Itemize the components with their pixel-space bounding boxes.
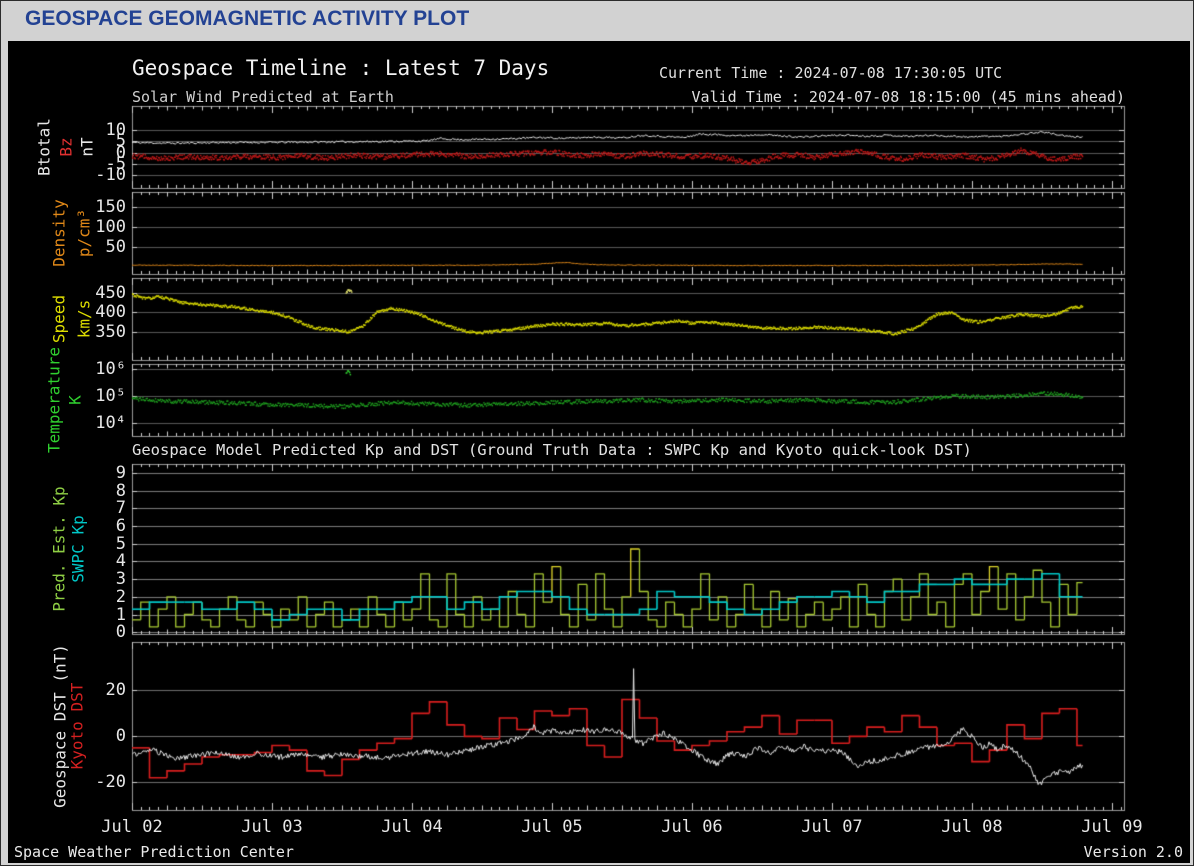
solar-wind-subtitle: Solar Wind Predicted at Earth xyxy=(132,88,394,106)
x-tick-label: Jul 03 xyxy=(241,817,303,837)
geospace-plot-panel: Geospace Timeline : Latest 7 Days Curren… xyxy=(8,41,1190,863)
x-tick-label: Jul 05 xyxy=(521,817,583,837)
current-time-label: Current Time : 2024-07-08 17:30:05 UTC xyxy=(659,64,1003,82)
bfield-axis-label: nT xyxy=(77,137,97,157)
x-tick-label: Jul 09 xyxy=(1081,817,1143,837)
density-axis-label: p/cm³ xyxy=(74,208,94,258)
speed-axis-label: Speed xyxy=(49,294,69,344)
plot-title: Geospace Timeline : Latest 7 Days xyxy=(132,56,550,80)
temperature-ytick-label: 10⁶ xyxy=(95,359,126,380)
temperature-axis-label: Temperature xyxy=(44,347,64,453)
header-bar: GEOSPACE GEOMAGNETIC ACTIVITY PLOT xyxy=(1,1,1193,41)
kp-ytick-label: 0 xyxy=(115,622,126,643)
valid-time-label: Valid Time : 2024-07-08 18:15:00 (45 min… xyxy=(691,88,1125,106)
bfield-ytick-label: -10 xyxy=(95,164,126,185)
x-tick-label: Jul 06 xyxy=(661,817,723,837)
kp-dst-section-title: Geospace Model Predicted Kp and DST (Gro… xyxy=(132,441,972,459)
bfield-axis-label: Bz xyxy=(56,137,76,157)
temperature-axis-label: K xyxy=(65,395,85,405)
dst-axis-label: Kyoto DST xyxy=(67,682,87,770)
x-tick-label: Jul 02 xyxy=(101,817,163,837)
footer-swpc-label: Space Weather Prediction Center xyxy=(14,843,294,861)
footer-version-label: Version 2.0 xyxy=(1083,843,1183,861)
density-axis-label: Density xyxy=(49,199,69,267)
kp-axis-label: Pred. Est. Kp xyxy=(49,486,69,612)
speed-axis-label: km/s xyxy=(74,299,94,339)
x-tick-label: Jul 04 xyxy=(381,817,443,837)
page-title: GEOSPACE GEOMAGNETIC ACTIVITY PLOT xyxy=(25,7,470,30)
x-tick-label: Jul 08 xyxy=(941,817,1003,837)
temperature-ytick-label: 10⁴ xyxy=(95,412,126,433)
bfield-axis-label: Btotal xyxy=(34,118,54,176)
page: GEOSPACE GEOMAGNETIC ACTIVITY PLOT Geosp… xyxy=(0,0,1194,866)
kp-axis-label: SWPC Kp xyxy=(68,515,88,583)
x-tick-label: Jul 07 xyxy=(801,817,863,837)
